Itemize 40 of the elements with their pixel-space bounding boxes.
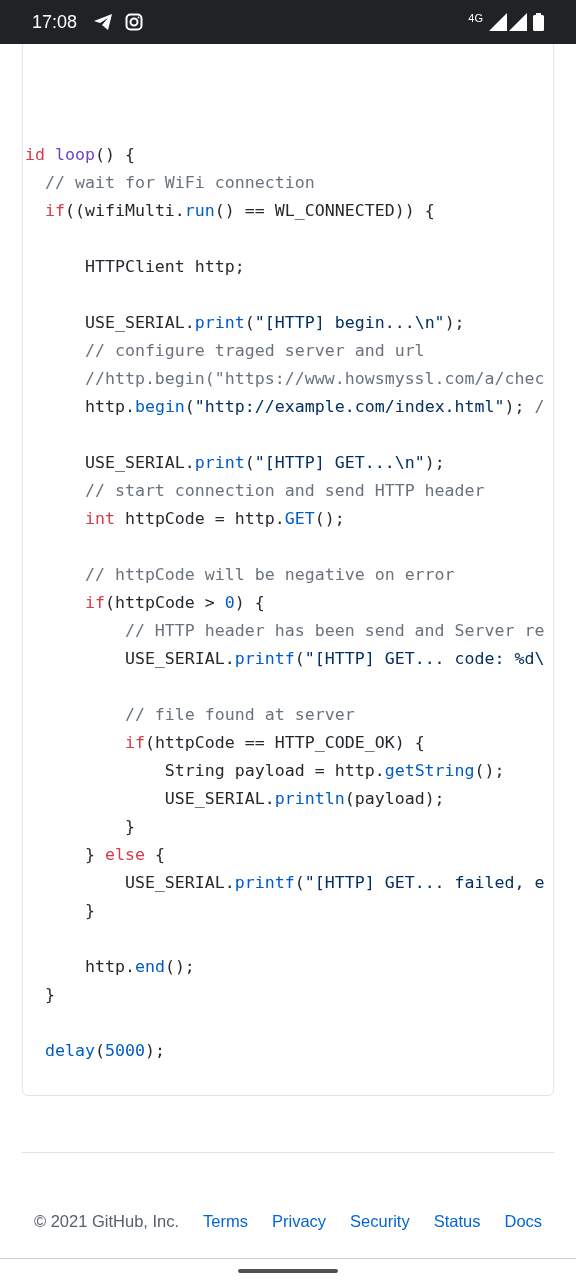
code-line: // HTTP header has been send and Server re [123,620,546,642]
code-line: // start connection and send HTTP header [83,480,486,502]
network-type: 4G [468,12,483,24]
clock-time: 17:08 [32,10,78,34]
battery-icon [533,13,544,31]
code-line: // httpCode will be negative on error [83,564,456,586]
footer-link[interactable]: Privacy [272,1208,327,1234]
code-line: } [123,816,136,838]
code-line: http.end(); [83,956,196,978]
code-line: USE_SERIAL.print("[HTTP] begin...\n"); [83,312,466,334]
signal-icon [509,13,527,31]
code-line: HTTPClient http; [83,256,246,278]
footer-link[interactable]: Docs [504,1208,543,1234]
paper-plane-icon [93,13,114,31]
code-line: delay(5000); [43,1040,166,1062]
code-line: } [83,900,96,922]
code-line: if(httpCode > 0) { [83,592,266,614]
code-line: USE_SERIAL.print("[HTTP] GET...\n"); [83,452,446,474]
camera-icon [125,13,144,31]
footer-link[interactable]: Security [350,1208,410,1234]
code-line: String payload = http.getString(); [163,760,506,782]
code-line: // configure traged server and url [83,340,426,362]
code-line: // wait for WiFi connection [43,172,316,194]
code-line: } else { [83,844,166,866]
code-line: if((wifiMulti.run() == WL_CONNECTED)) { [43,200,436,222]
footer-link[interactable]: Status [433,1208,481,1234]
code-line: if(httpCode == HTTP_CODE_OK) { [123,732,426,754]
copyright-text: © 2021 GitHub, Inc. [33,1210,180,1232]
code-line: http.begin("http://example.com/index.html"); / [83,396,546,418]
code-line: //http.begin("https://www.howsmyssl.com/a/chec [83,368,546,390]
code-line: USE_SERIAL.println(payload); [163,788,446,810]
code-line: id loop() { [24,144,136,166]
footer-link[interactable]: Terms [203,1208,248,1234]
code-line: } [43,984,56,1006]
code-line: // file found at server [123,704,356,726]
code-line: USE_SERIAL.printf("[HTTP] GET... code: %d\ [123,648,546,670]
home-handle[interactable] [238,1269,338,1273]
signal-icon [489,13,507,31]
code-line: USE_SERIAL.printf("[HTTP] GET... failed, e [123,872,546,894]
code-line: int httpCode = http.GET(); [83,508,346,530]
